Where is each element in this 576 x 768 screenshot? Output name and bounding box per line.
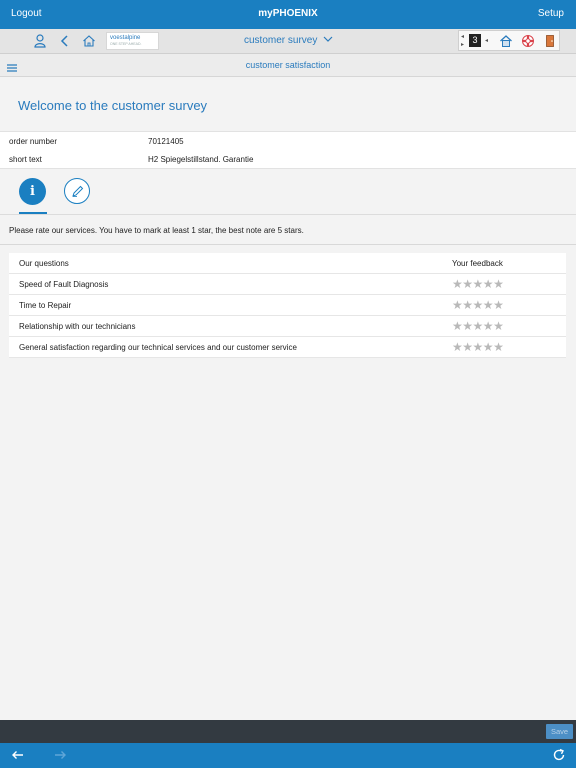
star-icon[interactable]: ★ xyxy=(452,298,463,312)
star-icon[interactable]: ★ xyxy=(483,340,494,354)
star-icon[interactable]: ★ xyxy=(493,277,504,291)
info-icon: i xyxy=(30,184,35,199)
tab-bar: i xyxy=(0,168,576,214)
chevron-down-icon xyxy=(323,35,333,46)
table-row: General satisfaction regarding our techn… xyxy=(9,337,566,358)
arrow-left-icon[interactable] xyxy=(10,747,26,763)
page-title: Welcome to the customer survey xyxy=(18,98,208,113)
questions-table: Our questions Your feedback Speed of Fau… xyxy=(9,253,566,358)
star-icon[interactable]: ★ xyxy=(493,340,504,354)
survey-selector[interactable]: customer survey xyxy=(244,35,333,46)
tab-edit[interactable] xyxy=(64,178,90,204)
star-icon[interactable]: ★ xyxy=(483,319,494,333)
star-icon[interactable]: ★ xyxy=(462,277,473,291)
toolbar: voestalpine ONE STEP AHEAD. customer sur… xyxy=(0,29,576,54)
section-title: customer satisfaction xyxy=(245,60,331,70)
table-row: Speed of Fault Diagnosis ★★★★★ xyxy=(9,274,566,295)
short-text-row: short text H2 Spiegelstillstand. Garanti… xyxy=(0,150,576,169)
table-row: Time to Repair ★★★★★ xyxy=(9,295,566,316)
star-rating[interactable]: ★★★★★ xyxy=(452,319,504,333)
action-bar: Save xyxy=(0,720,576,743)
star-icon[interactable]: ★ xyxy=(493,319,504,333)
order-number-label: order number xyxy=(9,137,58,146)
table-row: Relationship with our technicians ★★★★★ xyxy=(9,316,566,337)
feedback-header: Your feedback xyxy=(452,259,503,268)
house-icon[interactable] xyxy=(499,34,513,48)
setup-button[interactable]: Setup xyxy=(538,8,564,19)
logo-subtext: ONE STEP AHEAD. xyxy=(110,42,142,46)
star-icon[interactable]: ★ xyxy=(483,277,494,291)
star-rating[interactable]: ★★★★★ xyxy=(452,277,504,291)
short-text-label: short text xyxy=(9,155,42,164)
star-icon[interactable]: ★ xyxy=(473,277,484,291)
star-icon[interactable]: ★ xyxy=(452,319,463,333)
star-icon[interactable]: ★ xyxy=(452,340,463,354)
refresh-icon[interactable] xyxy=(551,747,567,763)
arrow-right-icon[interactable] xyxy=(52,747,68,763)
questions-header: Our questions xyxy=(19,259,69,268)
tab-divider xyxy=(0,214,576,215)
star-icon[interactable]: ★ xyxy=(452,277,463,291)
star-icon[interactable]: ★ xyxy=(493,298,504,312)
star-rating[interactable]: ★★★★★ xyxy=(452,340,504,354)
instructions-divider xyxy=(0,244,576,245)
top-bar: Logout myPHOENIX Setup xyxy=(0,0,576,29)
question-text: Speed of Fault Diagnosis xyxy=(19,280,109,289)
widget-next-icon[interactable]: ▸ xyxy=(461,41,464,48)
star-icon[interactable]: ★ xyxy=(483,298,494,312)
edit-icon xyxy=(71,185,84,203)
instructions-text: Please rate our services. You have to ma… xyxy=(9,226,304,235)
star-rating[interactable]: ★★★★★ xyxy=(452,298,504,312)
star-icon[interactable]: ★ xyxy=(462,319,473,333)
table-header: Our questions Your feedback xyxy=(9,253,566,274)
order-number-row: order number 70121405 xyxy=(0,131,576,151)
lifebuoy-icon[interactable] xyxy=(521,34,535,48)
star-icon[interactable]: ★ xyxy=(473,298,484,312)
home-icon[interactable] xyxy=(81,33,97,49)
star-icon[interactable]: ★ xyxy=(462,340,473,354)
widget-prev-icon[interactable]: ◂ xyxy=(461,33,464,40)
widget-letter[interactable]: 3 xyxy=(469,34,481,47)
survey-title: customer survey xyxy=(244,35,318,46)
user-icon[interactable] xyxy=(32,33,48,49)
quick-access-widget: ◂ ▸ 3 ◂ xyxy=(458,30,560,51)
star-icon[interactable]: ★ xyxy=(473,340,484,354)
widget-collapse-icon[interactable]: ◂ xyxy=(485,37,488,44)
company-logo: voestalpine ONE STEP AHEAD. xyxy=(106,32,159,50)
question-text: Time to Repair xyxy=(19,301,72,310)
star-icon[interactable]: ★ xyxy=(473,319,484,333)
question-text: General satisfaction regarding our techn… xyxy=(19,343,297,352)
short-text-value: H2 Spiegelstillstand. Garantie xyxy=(148,155,254,164)
star-icon[interactable]: ★ xyxy=(462,298,473,312)
question-text: Relationship with our technicians xyxy=(19,322,136,331)
save-button[interactable]: Save xyxy=(546,724,573,739)
app-title: myPHOENIX xyxy=(258,8,318,19)
tab-info[interactable]: i xyxy=(19,178,46,205)
order-number-value: 70121405 xyxy=(148,137,184,146)
bottom-nav xyxy=(0,743,576,768)
section-bar: customer satisfaction xyxy=(0,54,576,77)
back-icon[interactable] xyxy=(57,33,73,49)
exit-door-icon[interactable] xyxy=(543,34,557,48)
